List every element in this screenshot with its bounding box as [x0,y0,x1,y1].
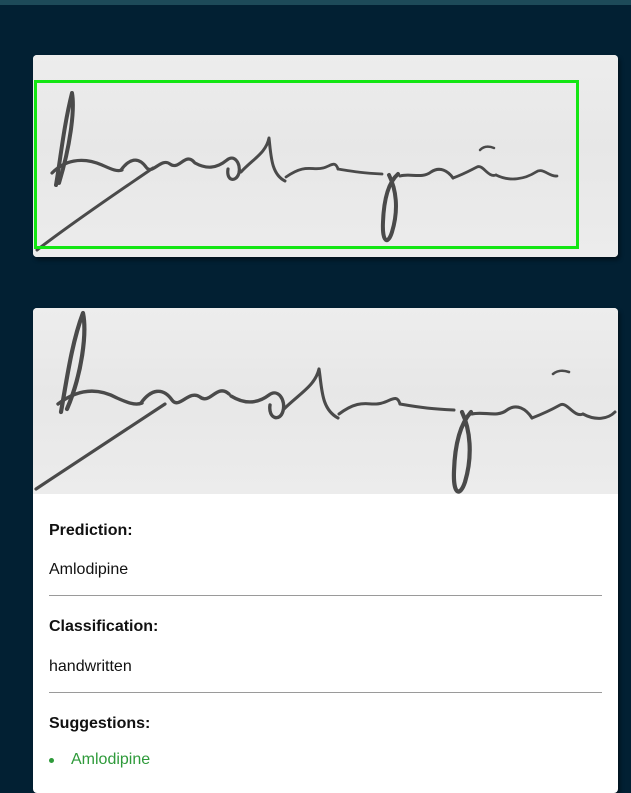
detection-image-card [33,55,618,257]
result-card: Prediction: Amlodipine Classification: h… [33,308,618,793]
suggestion-text[interactable]: Amlodipine [71,751,150,768]
detection-bounding-box [34,80,579,249]
suggestions-label: Suggestions: [49,715,151,732]
bullet-icon [49,758,54,763]
divider [49,595,602,596]
suggestions-list: Amlodipine [49,751,150,769]
top-bar [0,0,631,5]
prediction-value: Amlodipine [49,561,129,578]
classification-label: Classification: [49,618,159,635]
processed-handwriting-image [33,308,618,494]
prediction-label: Prediction: [49,522,133,539]
suggestion-item[interactable]: Amlodipine [49,751,150,769]
handwriting-sketch [34,310,617,494]
divider [49,692,602,693]
classification-value: handwritten [49,658,132,675]
